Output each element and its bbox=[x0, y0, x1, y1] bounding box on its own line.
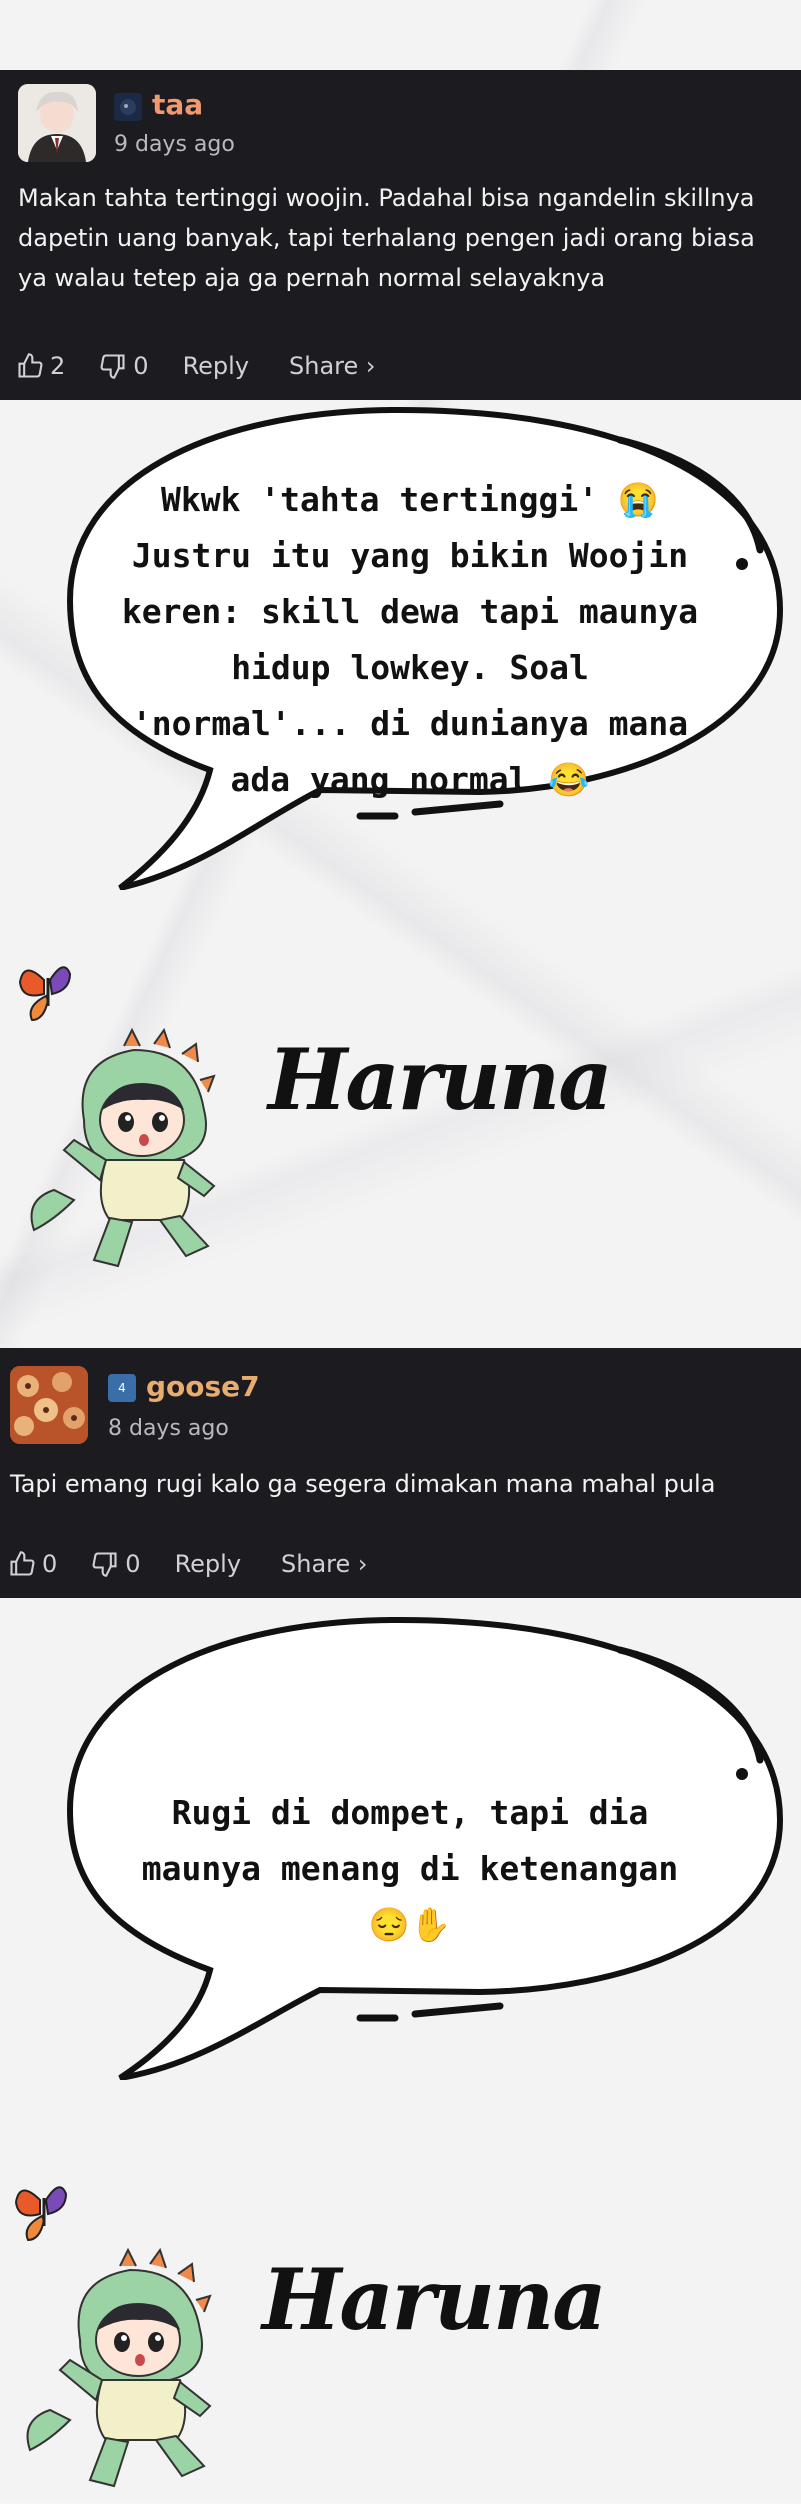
share-button[interactable]: Share › bbox=[289, 352, 375, 380]
dislike-button[interactable]: 0 bbox=[99, 352, 149, 380]
thumbs-down-icon bbox=[92, 1552, 117, 1577]
thumbs-down-icon bbox=[100, 354, 125, 379]
avatar[interactable] bbox=[10, 1366, 88, 1444]
reply-button[interactable]: Reply bbox=[183, 352, 249, 380]
like-count: 0 bbox=[42, 1550, 58, 1578]
like-count: 2 bbox=[50, 352, 66, 380]
like-button[interactable]: 0 bbox=[8, 1550, 57, 1578]
timestamp: 9 days ago bbox=[114, 132, 235, 157]
reply-text: Wkwk 'tahta tertinggi' 😭 Justru itu yang… bbox=[121, 480, 699, 799]
comment-actions: 0 0 Reply Share › bbox=[8, 1550, 408, 1578]
thumbs-up-icon bbox=[18, 353, 43, 378]
dislike-count: 0 bbox=[133, 352, 149, 380]
avatar[interactable] bbox=[18, 84, 96, 162]
dino-mascot bbox=[10, 2170, 270, 2500]
like-button[interactable]: 2 bbox=[16, 352, 65, 380]
comment-text: Tapi emang rugi kalo ga segera dimakan m… bbox=[10, 1470, 716, 1498]
level-badge: 4 bbox=[108, 1374, 136, 1402]
dislike-count: 0 bbox=[125, 1550, 141, 1578]
reply-button[interactable]: Reply bbox=[175, 1550, 241, 1578]
comment-text: Makan tahta tertinggi woojin. Padahal bi… bbox=[18, 184, 755, 292]
username[interactable]: taa bbox=[152, 88, 203, 121]
butterfly-icon bbox=[18, 966, 72, 1022]
dino-mascot bbox=[14, 950, 274, 1280]
signature: Haruna bbox=[262, 2250, 607, 2349]
username[interactable]: goose7 bbox=[146, 1370, 260, 1403]
comment-card: 4 goose7 8 days ago Tapi emang rugi kalo… bbox=[0, 1348, 801, 1598]
dislike-button[interactable]: 0 bbox=[91, 1550, 141, 1578]
reply-text: Rugi di dompet, tapi dia maunya menang d… bbox=[141, 1793, 679, 1944]
timestamp: 8 days ago bbox=[108, 1416, 229, 1441]
comment-card: taa 9 days ago Makan tahta tertinggi woo… bbox=[0, 70, 801, 400]
level-badge bbox=[114, 93, 142, 121]
share-button[interactable]: Share › bbox=[281, 1550, 367, 1578]
butterfly-icon bbox=[14, 2186, 68, 2242]
comment-actions: 2 0 Reply Share › bbox=[16, 352, 416, 380]
speech-bubble: Rugi di dompet, tapi dia maunya menang d… bbox=[60, 1610, 800, 2081]
signature: Haruna bbox=[268, 1030, 613, 1129]
thumbs-up-icon bbox=[10, 1551, 35, 1576]
speech-bubble: Wkwk 'tahta tertinggi' 😭 Justru itu yang… bbox=[60, 400, 800, 891]
